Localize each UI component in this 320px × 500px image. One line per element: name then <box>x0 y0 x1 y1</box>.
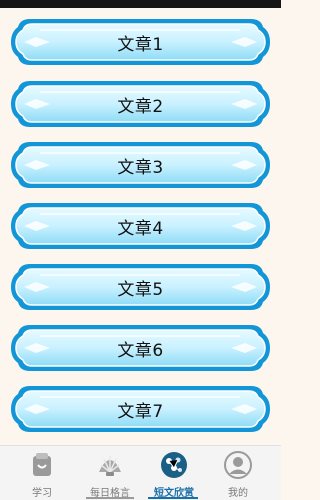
article-title: 文章7 <box>117 401 164 422</box>
tab-profile[interactable]: 我的 <box>203 446 273 500</box>
article-title: 文章6 <box>117 340 164 361</box>
article-title: 文章2 <box>117 96 164 117</box>
tab-essay[interactable]: 短文欣赏 <box>139 446 209 500</box>
article-item[interactable]: 文章4 <box>10 202 271 250</box>
status-bar <box>0 0 281 8</box>
tab-underline-essay <box>148 497 198 499</box>
study-icon <box>33 453 51 476</box>
tab-profile-label: 我的 <box>228 488 248 499</box>
article-item[interactable]: 文章5 <box>10 263 271 311</box>
article-item[interactable]: 文章7 <box>10 385 271 433</box>
article-title: 文章3 <box>117 157 164 178</box>
article-item[interactable]: 文章2 <box>10 80 271 128</box>
article-item[interactable]: 文章6 <box>10 324 271 372</box>
tab-study-label: 学习 <box>32 488 52 499</box>
bottom-tab-bar: 学习 每日格言 短文欣赏 我的 <box>0 445 281 500</box>
tab-underline-daily-quote <box>86 497 134 499</box>
article-title: 文章5 <box>117 279 164 300</box>
flower-icon <box>161 452 187 478</box>
tab-study[interactable]: 学习 <box>7 446 77 500</box>
profile-icon <box>224 451 252 479</box>
article-item[interactable]: 文章3 <box>10 141 271 189</box>
shell-icon <box>99 456 121 476</box>
article-title: 文章1 <box>117 34 164 55</box>
tab-daily-quote[interactable]: 每日格言 <box>75 446 145 500</box>
article-item[interactable]: 文章1 <box>10 18 271 66</box>
article-title: 文章4 <box>117 218 164 239</box>
